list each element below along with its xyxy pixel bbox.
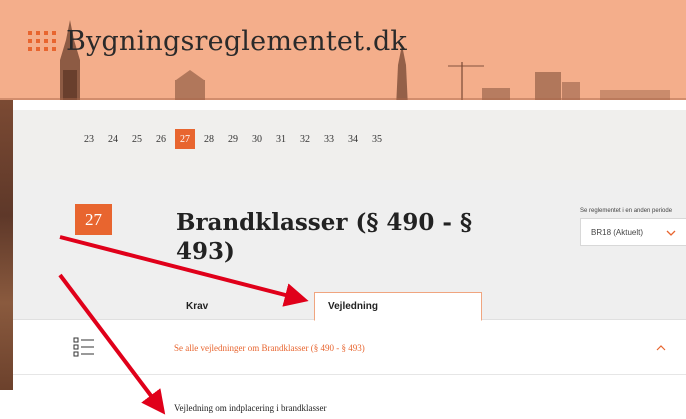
tab-krav[interactable]: Krav	[173, 292, 313, 321]
header-banner: Bygningsreglementet.dk	[0, 0, 686, 108]
period-select-label: Se reglementet i en anden periode	[580, 208, 673, 214]
site-logo[interactable]: Bygningsreglementet.dk	[28, 26, 407, 57]
pager-item[interactable]: 26	[151, 129, 171, 149]
chevron-down-icon	[666, 230, 676, 236]
chapter-pager: 23 24 25 26 27 28 29 30 31 32 33 34 35	[79, 129, 387, 149]
pager-item[interactable]: 33	[319, 129, 339, 149]
list-icon	[73, 337, 94, 357]
pager-item[interactable]: 25	[127, 129, 147, 149]
page-title: Brandklasser (§ 490 - § 493)	[176, 209, 473, 265]
pager-item[interactable]: 31	[271, 129, 291, 149]
background-photo-strip	[0, 100, 13, 390]
pager-item[interactable]: 29	[223, 129, 243, 149]
accordion-label[interactable]: Se alle vejledninger om Brandklasser (§ …	[174, 343, 365, 353]
site-title[interactable]: Bygningsreglementet.dk	[66, 26, 407, 57]
tab-label: Krav	[186, 301, 209, 312]
chapter-number-badge: 27	[75, 204, 112, 235]
content-panel: 23 24 25 26 27 28 29 30 31 32 33 34 35 2…	[13, 100, 686, 419]
pager-item[interactable]: 30	[247, 129, 267, 149]
pager-item-active[interactable]: 27	[175, 129, 195, 149]
guide-link-brandklasser[interactable]: Vejledning om indplacering i brandklasse…	[174, 403, 326, 413]
pager-item[interactable]: 24	[103, 129, 123, 149]
pager-item[interactable]: 35	[367, 129, 387, 149]
chevron-up-icon[interactable]	[655, 342, 667, 354]
pager-item[interactable]: 28	[199, 129, 219, 149]
tab-vejledning[interactable]: Vejledning	[314, 292, 482, 321]
logo-grid-icon	[28, 30, 56, 53]
period-select-value: BR18 (Aktuelt)	[591, 227, 644, 237]
pager-item[interactable]: 34	[343, 129, 363, 149]
tab-label: Vejledning	[328, 301, 379, 312]
pager-item[interactable]: 23	[79, 129, 99, 149]
pager-item[interactable]: 32	[295, 129, 315, 149]
guides-accordion[interactable]: Se alle vejledninger om Brandklasser (§ …	[13, 320, 686, 375]
period-select[interactable]: BR18 (Aktuelt)	[580, 218, 686, 246]
